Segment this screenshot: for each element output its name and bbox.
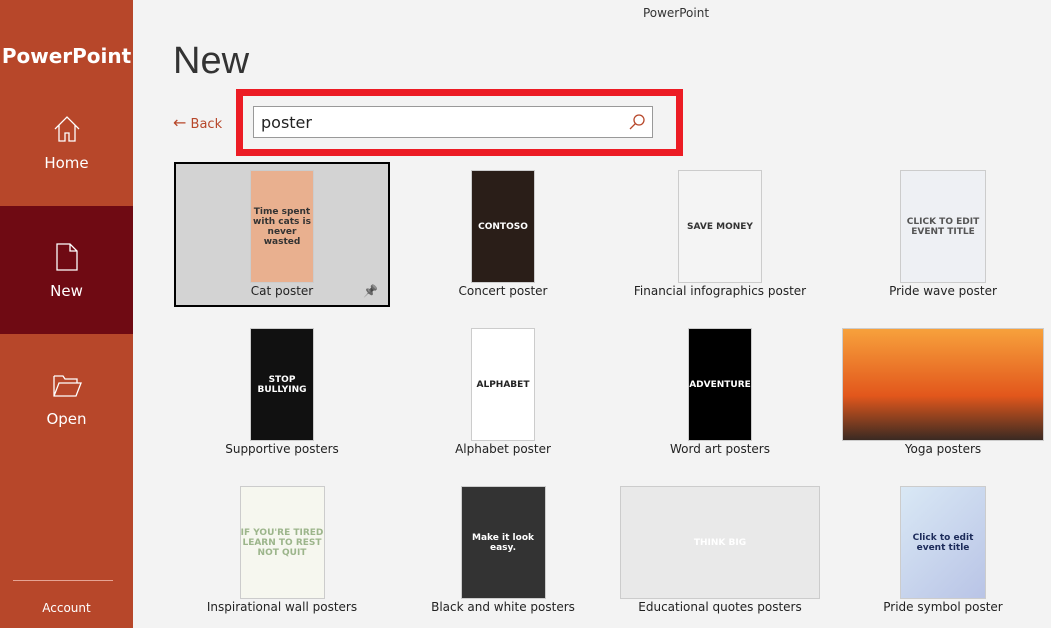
new-document-icon bbox=[55, 243, 78, 271]
template-label: Cat poster bbox=[250, 284, 314, 298]
template-label: Alphabet poster bbox=[455, 442, 551, 456]
template-tile[interactable]: ADVENTURE Word art posters bbox=[612, 320, 828, 465]
back-button[interactable]: ← Back bbox=[173, 113, 222, 132]
search-input[interactable]: poster bbox=[253, 106, 653, 138]
arrow-left-icon: ← bbox=[173, 113, 187, 132]
template-label: Word art posters bbox=[670, 442, 770, 456]
template-thumbnail bbox=[842, 328, 1044, 441]
template-label: Black and white posters bbox=[431, 600, 575, 614]
template-tile[interactable]: CONTOSO Concert poster bbox=[395, 162, 611, 307]
template-thumbnail: ALPHABET bbox=[471, 328, 535, 441]
search-icon[interactable] bbox=[628, 113, 646, 131]
template-thumbnail: STOP BULLYING bbox=[250, 328, 314, 441]
sidebar-item-open[interactable]: Open bbox=[0, 334, 133, 462]
sidebar-item-label: Open bbox=[46, 410, 87, 428]
template-tile[interactable]: STOP BULLYING Supportive posters bbox=[174, 320, 390, 465]
template-tile[interactable]: THINK BIG Educational quotes posters bbox=[612, 478, 828, 623]
sidebar-divider bbox=[13, 580, 113, 581]
template-thumbnail: THINK BIG bbox=[620, 486, 820, 599]
template-tile[interactable]: IF YOU'RE TIRED LEARN TO REST NOT QUIT In… bbox=[174, 478, 390, 623]
template-thumbnail: CONTOSO bbox=[471, 170, 535, 283]
template-tile[interactable]: Click to edit event title Pride symbol po… bbox=[835, 478, 1051, 623]
template-thumbnail: Click to edit event title bbox=[900, 486, 986, 599]
template-thumbnail: ADVENTURE bbox=[688, 328, 752, 441]
template-thumbnail: Time spent with cats is never wasted bbox=[250, 170, 314, 283]
template-tile[interactable]: ALPHABET Alphabet poster bbox=[395, 320, 611, 465]
template-thumbnail: SAVE MONEY bbox=[678, 170, 762, 283]
template-tile[interactable]: SAVE MONEY Financial infographics poster bbox=[612, 162, 828, 307]
template-label: Concert poster bbox=[458, 284, 548, 298]
sidebar-item-label: New bbox=[50, 282, 83, 300]
window-title: PowerPoint bbox=[642, 6, 710, 20]
sidebar-item-home[interactable]: Home bbox=[0, 78, 133, 206]
template-tile[interactable]: Time spent with cats is never wasted Cat … bbox=[174, 162, 390, 307]
template-tile[interactable]: CLICK TO EDIT EVENT TITLE Pride wave post… bbox=[835, 162, 1051, 307]
template-label: Yoga posters bbox=[904, 442, 982, 456]
home-icon bbox=[54, 116, 79, 142]
template-label: Pride symbol poster bbox=[883, 600, 1003, 614]
search-value: poster bbox=[261, 113, 312, 132]
account-link[interactable]: Account bbox=[0, 601, 133, 615]
template-label: Pride wave poster bbox=[889, 284, 997, 298]
page-title: New bbox=[173, 40, 250, 82]
template-tile[interactable]: Yoga posters bbox=[835, 320, 1051, 465]
sidebar-item-label: Home bbox=[44, 154, 89, 172]
app-brand: PowerPoint bbox=[1, 44, 132, 68]
template-label: Inspirational wall posters bbox=[206, 600, 358, 614]
sidebar: PowerPoint Home New Open Account bbox=[0, 0, 133, 628]
template-label: Supportive posters bbox=[225, 442, 339, 456]
template-thumbnail: CLICK TO EDIT EVENT TITLE bbox=[900, 170, 986, 283]
folder-open-icon bbox=[52, 375, 82, 397]
template-label: Financial infographics poster bbox=[633, 284, 807, 298]
template-thumbnail: Make it look easy. bbox=[460, 486, 546, 599]
template-thumbnail: IF YOU'RE TIRED LEARN TO REST NOT QUIT bbox=[239, 486, 325, 599]
template-tile[interactable]: Make it look easy. Black and white poster… bbox=[395, 478, 611, 623]
sidebar-item-new[interactable]: New bbox=[0, 206, 133, 334]
pin-icon[interactable]: 📌 bbox=[363, 284, 378, 298]
back-label: Back bbox=[190, 117, 223, 132]
template-label: Educational quotes posters bbox=[638, 600, 802, 614]
